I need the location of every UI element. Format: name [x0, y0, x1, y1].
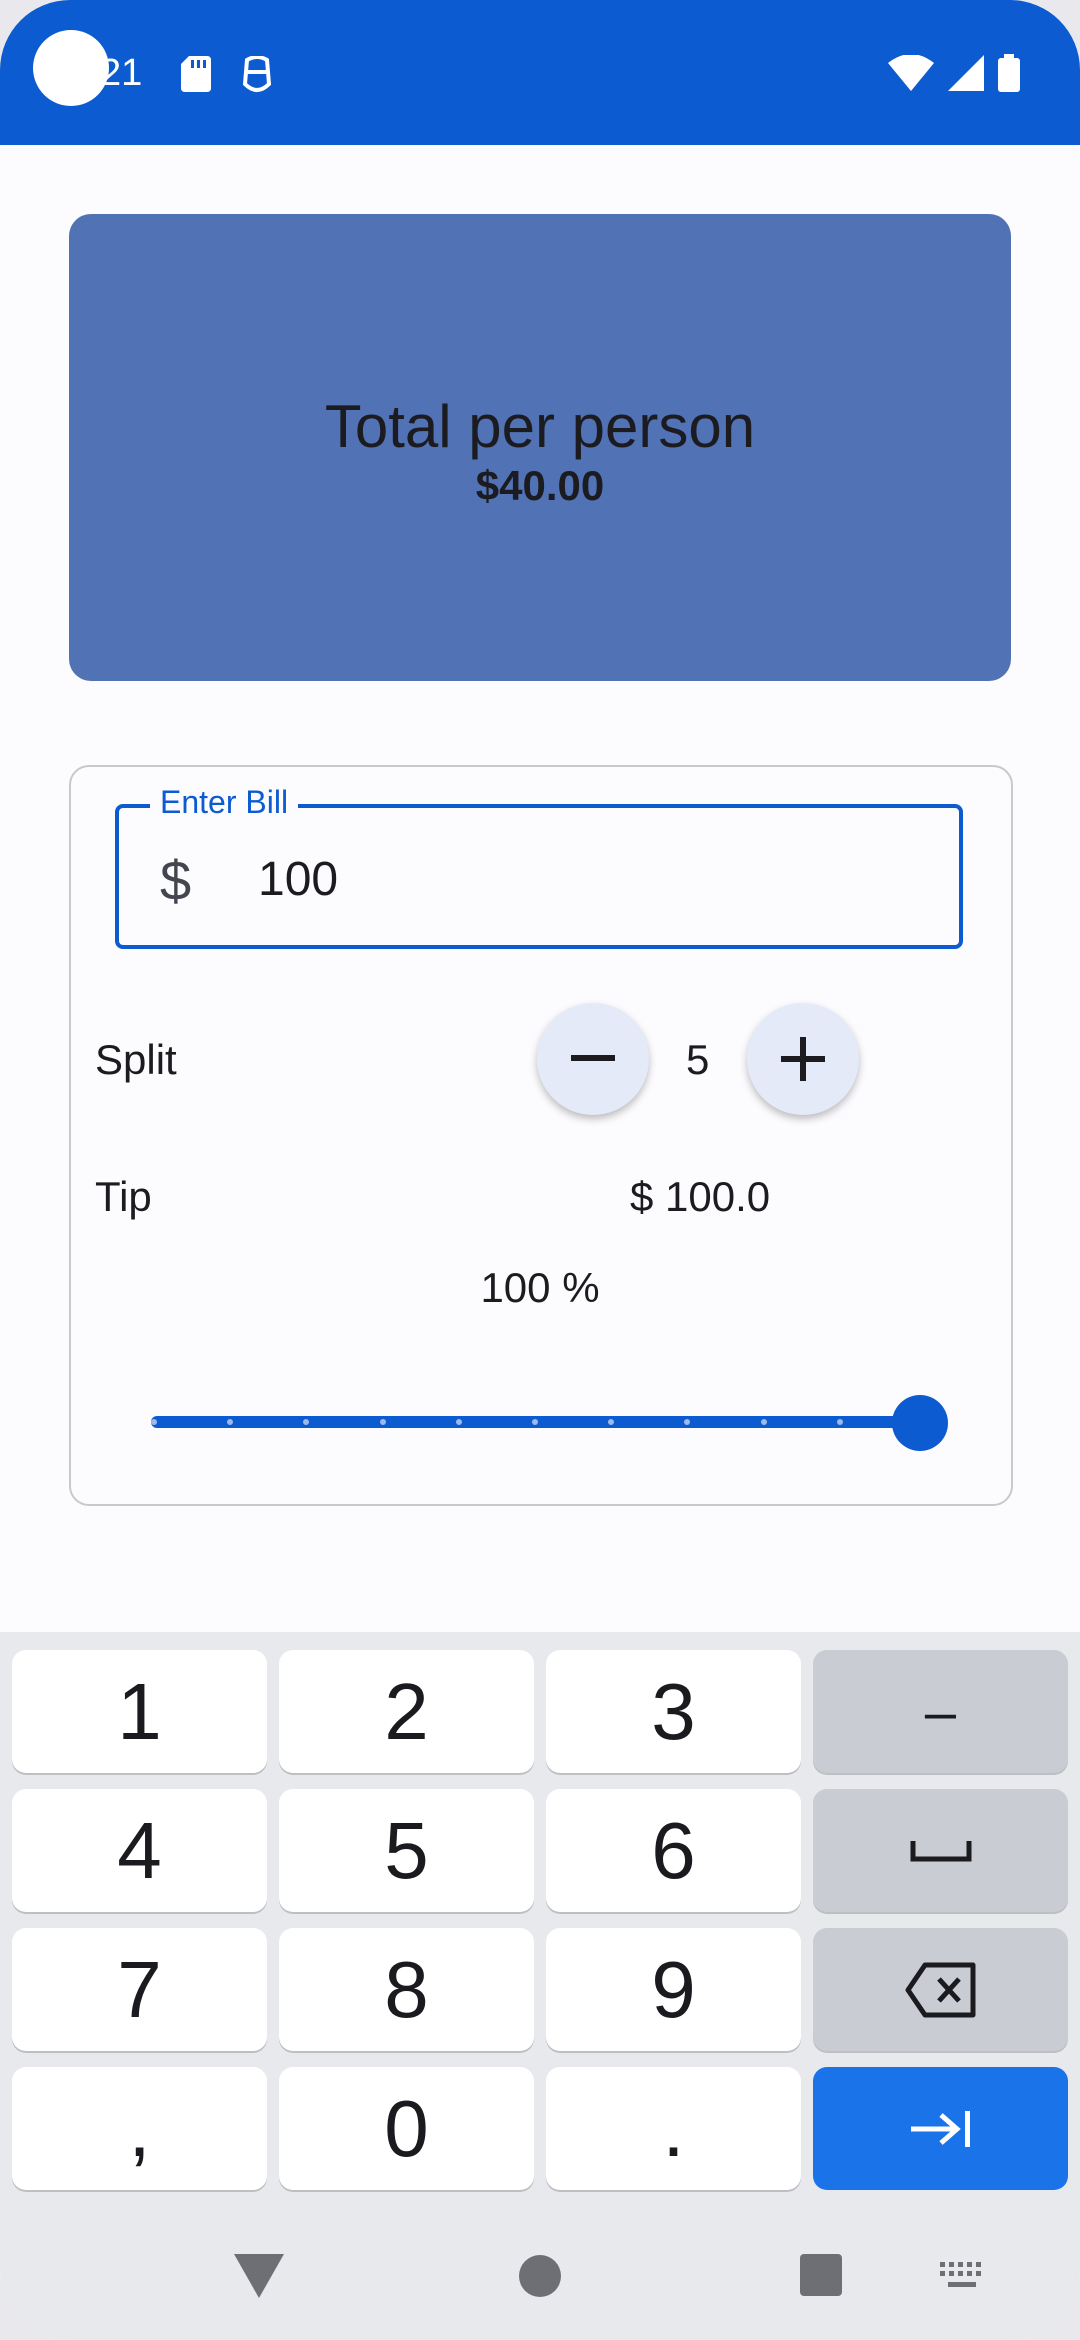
bill-input-field[interactable]	[115, 804, 963, 949]
sd-card-icon	[181, 56, 211, 92]
screen: 21 Total per person $40.00 Enter Bill $ …	[0, 0, 1080, 2340]
battery-icon	[998, 54, 1020, 92]
decrease-split-button[interactable]	[537, 1003, 649, 1115]
tip-slider-tick	[836, 1419, 843, 1425]
backspace-icon	[905, 1962, 975, 2017]
minus-icon	[571, 1055, 615, 1061]
key-period[interactable]: .	[546, 2067, 801, 2190]
increase-split-button[interactable]	[747, 1003, 859, 1115]
tip-slider-tick	[379, 1419, 386, 1425]
key-6[interactable]: 6	[546, 1789, 801, 1912]
tip-amount: $ 100.0	[630, 1173, 771, 1220]
key-0[interactable]: 0	[279, 2067, 534, 2190]
tip-percentage: 100 %	[480, 1264, 600, 1311]
tip-slider-tick	[760, 1419, 767, 1425]
space-icon	[910, 1840, 971, 1861]
status-bar: 21	[0, 0, 1080, 145]
tip-slider-tick	[151, 1419, 157, 1425]
key-5[interactable]: 5	[279, 1789, 534, 1912]
key-backspace[interactable]	[813, 1928, 1068, 2051]
wifi-icon	[888, 55, 934, 91]
next-tab-icon	[910, 2110, 970, 2147]
key-next[interactable]	[813, 2067, 1068, 2190]
key-comma[interactable]: ,	[12, 2067, 267, 2190]
keyboard-switch-icon[interactable]	[940, 2262, 986, 2290]
navigation-bar	[0, 2216, 1080, 2340]
tip-label: Tip	[95, 1173, 152, 1220]
bill-input-value[interactable]: 100	[258, 852, 338, 907]
home-icon[interactable]	[518, 2254, 562, 2298]
camera-cutout	[33, 30, 109, 106]
key-3[interactable]: 3	[546, 1650, 801, 1773]
plus-icon	[781, 1037, 825, 1081]
recents-icon[interactable]	[800, 2254, 844, 2298]
key-4[interactable]: 4	[12, 1789, 267, 1912]
status-time: 21	[100, 52, 143, 94]
total-per-person-label: Total per person	[324, 393, 756, 460]
bill-input-label: Enter Bill	[150, 784, 299, 821]
key-7[interactable]: 7	[12, 1928, 267, 2051]
dollar-icon: $	[160, 849, 192, 912]
tip-slider-thumb[interactable]	[892, 1395, 948, 1451]
key-minus[interactable]: –	[813, 1650, 1068, 1773]
split-label: Split	[95, 1036, 177, 1083]
key-8[interactable]: 8	[279, 1928, 534, 2051]
key-2[interactable]: 2	[279, 1650, 534, 1773]
vpn-face-icon	[242, 56, 272, 92]
tip-slider-tick	[532, 1419, 538, 1425]
tip-slider-tick	[455, 1419, 462, 1425]
key-space[interactable]	[813, 1789, 1068, 1912]
cell-signal-icon	[948, 55, 984, 91]
split-count: 5	[686, 1036, 710, 1083]
key-9[interactable]: 9	[546, 1928, 801, 2051]
total-per-person-value: $40.00	[475, 462, 605, 509]
key-1[interactable]: 1	[12, 1650, 267, 1773]
back-icon[interactable]	[234, 2254, 284, 2298]
